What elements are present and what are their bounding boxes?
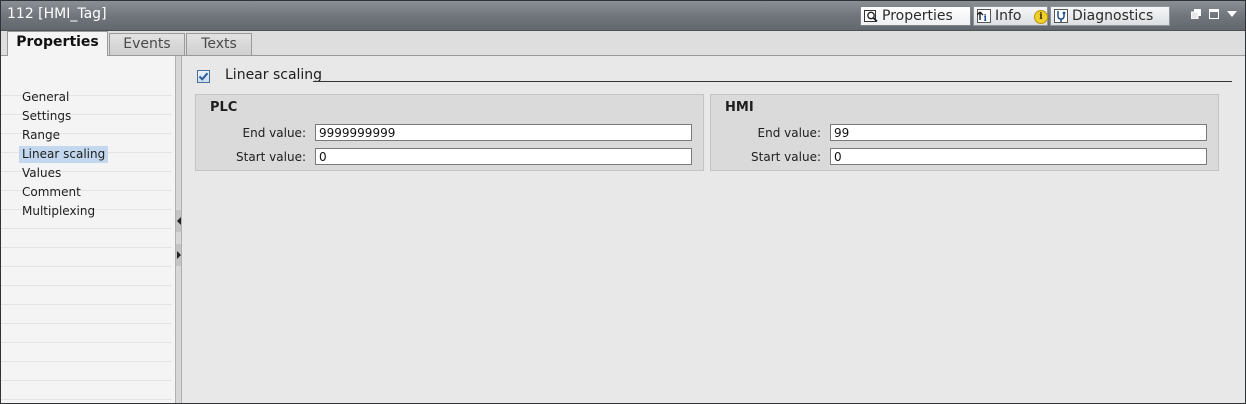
svg-text:i: i [984, 14, 988, 23]
sidebar-item-multiplexing[interactable]: Multiplexing [19, 203, 98, 220]
inspector-tab-info[interactable]: i Info i [973, 6, 1048, 26]
collapse-sidebar-button[interactable] [176, 210, 181, 232]
restore-window-icon[interactable] [1191, 9, 1201, 19]
hmi-end-value-label: End value: [757, 126, 821, 140]
sidebar-row [0, 382, 172, 400]
sidebar-row [0, 287, 172, 305]
property-tabs: Properties Events Texts [0, 31, 1246, 56]
properties-sidebar: General Settings Range Linear scaling Va… [0, 56, 175, 404]
inspector-tab-label: Properties [882, 8, 953, 24]
sidebar-row [0, 268, 172, 286]
chevron-right-icon [177, 251, 181, 259]
linear-scaling-checkbox[interactable] [197, 70, 210, 83]
hmi-start-value-input[interactable] [830, 148, 1207, 165]
inspector-tab-properties[interactable]: Properties [860, 6, 971, 26]
inspector-tab-diagnostics[interactable]: Diagnostics [1050, 6, 1170, 26]
hmi-end-value-input[interactable] [830, 124, 1207, 141]
sidebar-row [0, 325, 172, 343]
plc-start-value-input[interactable] [315, 148, 692, 165]
sidebar-row [0, 249, 172, 267]
inspector-title-bar: 112 [HMI_Tag] Properties i Info i Diagno… [0, 0, 1246, 31]
maximize-window-icon[interactable] [1209, 9, 1219, 19]
hmi-group-title: HMI [725, 100, 754, 115]
section-title: Linear scaling [225, 67, 323, 83]
inspector-tab-label: Info [995, 8, 1022, 24]
sidebar-row [0, 344, 172, 362]
plc-group: PLC End value: Start value: [195, 94, 704, 171]
hmi-start-value-label: Start value: [751, 150, 821, 164]
properties-icon [864, 10, 878, 23]
tab-properties[interactable]: Properties [7, 31, 108, 56]
inspector-tab-label: Diagnostics [1072, 8, 1154, 24]
checkmark-icon [198, 72, 209, 81]
linear-scaling-panel: Linear scaling PLC End value: Start valu… [183, 56, 1246, 404]
chevron-left-icon [177, 217, 181, 225]
plc-end-value-input[interactable] [315, 124, 692, 141]
plc-end-value-label: End value: [242, 126, 306, 140]
tab-events[interactable]: Events [109, 33, 185, 55]
diagnostics-icon [1054, 9, 1068, 23]
sidebar-row [0, 363, 172, 381]
window-title: 112 [HMI_Tag] [7, 6, 107, 22]
plc-start-value-label: Start value: [236, 150, 306, 164]
hmi-group: HMI End value: Start value: [710, 94, 1219, 171]
sidebar-item-settings[interactable]: Settings [19, 108, 74, 125]
sidebar-row [0, 306, 172, 324]
expand-sidebar-button[interactable] [176, 244, 181, 266]
sidebar-item-range[interactable]: Range [19, 127, 63, 144]
sidebar-item-linear-scaling[interactable]: Linear scaling [19, 146, 109, 163]
plc-group-title: PLC [210, 100, 238, 115]
sidebar-item-general[interactable]: General [19, 89, 72, 106]
sidebar-splitter[interactable] [175, 56, 182, 404]
info-icon: i [977, 9, 991, 23]
sidebar-item-comment[interactable]: Comment [19, 184, 84, 201]
tab-texts[interactable]: Texts [186, 33, 252, 55]
sidebar-item-values[interactable]: Values [19, 165, 64, 182]
info-badge-icon: i [1034, 10, 1048, 24]
section-divider [313, 81, 1232, 82]
sidebar-row [0, 230, 172, 248]
panel-menu-chevron-down-icon[interactable] [1227, 9, 1237, 19]
